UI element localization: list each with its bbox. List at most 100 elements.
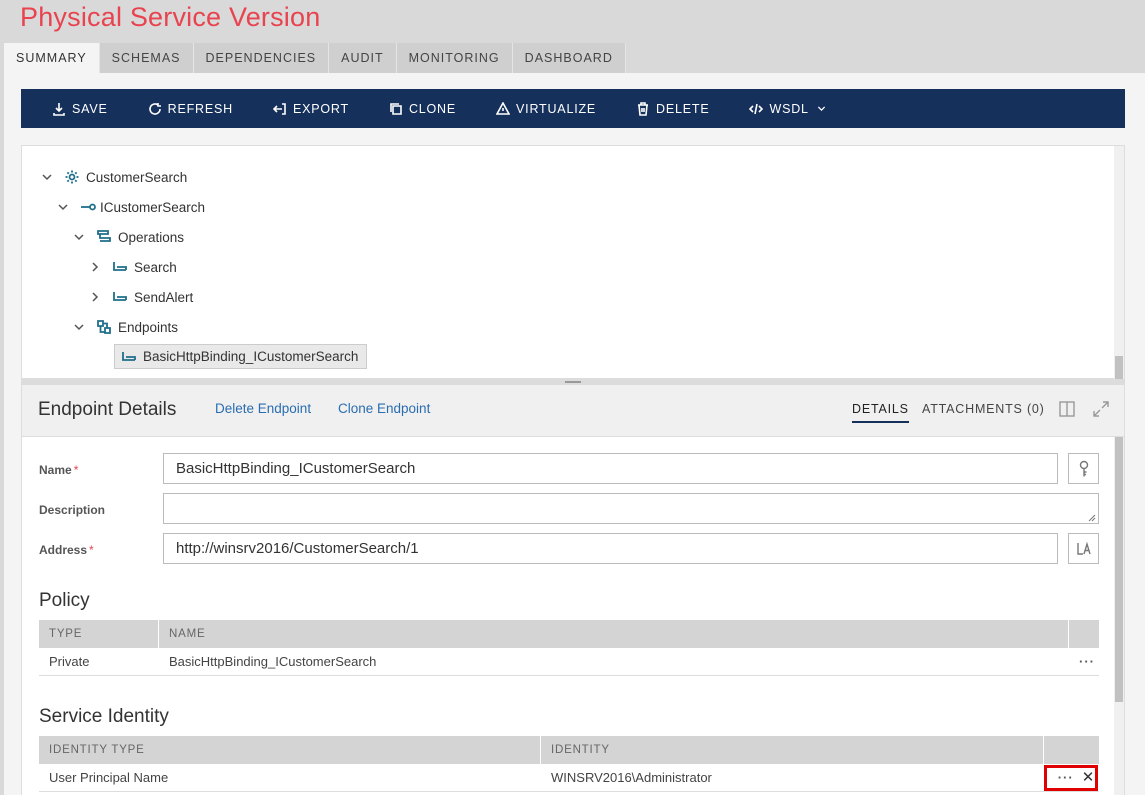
more-options-button[interactable]: ··· — [1069, 648, 1099, 675]
more-options-button[interactable]: ··· — [1058, 768, 1074, 788]
tree-node-endpoint-selected[interactable]: BasicHttpBinding_ICustomerSearch — [114, 344, 368, 369]
refresh-label: REFRESH — [167, 101, 233, 116]
chevron-down-icon[interactable] — [56, 200, 70, 214]
address-label: Address * — [39, 543, 94, 557]
tab-audit[interactable]: AUDIT — [329, 43, 397, 73]
interface-icon — [81, 203, 96, 211]
refresh-button[interactable]: REFRESH — [148, 102, 233, 116]
identity-type-cell: User Principal Name — [49, 770, 169, 785]
tab-attachments[interactable]: ATTACHMENTS (0) — [922, 402, 1045, 416]
row-actions-highlight: ··· ✕ — [1044, 765, 1098, 791]
chevron-right-icon[interactable] — [88, 260, 102, 274]
tree-node-sendalert[interactable]: SendAlert — [88, 285, 193, 309]
column-header-type[interactable]: TYPE — [39, 620, 159, 648]
column-header-identity[interactable]: IDENTITY — [541, 736, 1044, 764]
policy-grid: TYPE NAME Private BasicHttpBinding_ICust… — [39, 620, 1099, 676]
wsdl-label: WSDL — [769, 101, 809, 116]
key-icon — [1079, 460, 1088, 476]
gear-icon — [65, 170, 79, 184]
tree-label: Search — [134, 259, 177, 275]
tab-details[interactable]: DETAILS — [852, 402, 909, 423]
tab-summary[interactable]: SUMMARY — [4, 43, 100, 73]
name-field[interactable]: BasicHttpBinding_ICustomerSearch — [163, 453, 1058, 484]
delete-endpoint-link[interactable]: Delete Endpoint — [215, 401, 311, 416]
tree-label: Operations — [118, 229, 185, 245]
tree-node-operations[interactable]: Operations — [72, 225, 184, 249]
address-field[interactable]: http://winsrv2016/CustomerSearch/1 — [163, 533, 1058, 564]
service-identity-title: Service Identity — [39, 706, 169, 727]
policy-grid-header: TYPE NAME — [39, 620, 1099, 648]
tree-label: SendAlert — [134, 289, 194, 305]
tree-node-service[interactable]: CustomerSearch — [40, 165, 187, 189]
tree-scrollbar[interactable] — [1114, 146, 1124, 380]
table-row[interactable]: User Principal Name WINSRV2016\Administr… — [39, 764, 1099, 792]
address-label-text: Address — [39, 543, 88, 557]
page-title: Physical Service Version — [20, 2, 321, 32]
tree-node-search[interactable]: Search — [88, 255, 177, 279]
download-icon — [53, 102, 65, 116]
form-scrollbar[interactable] — [1114, 437, 1124, 795]
virtualize-icon — [496, 101, 511, 115]
policy-type-cell: Private — [49, 654, 90, 669]
clone-button[interactable]: CLONE — [389, 102, 456, 116]
virtualize-button[interactable]: VIRTUALIZE — [496, 101, 597, 116]
clone-endpoint-link[interactable]: Clone Endpoint — [338, 401, 430, 416]
policy-name-cell: BasicHttpBinding_ICustomerSearch — [169, 654, 377, 669]
identity-value-cell: WINSRV2016\Administrator — [551, 770, 712, 785]
identity-grid-header: IDENTITY TYPE IDENTITY — [39, 736, 1099, 764]
delete-button[interactable]: DELETE — [636, 102, 709, 116]
chevron-down-icon[interactable] — [40, 170, 54, 184]
split-view-icon[interactable] — [1058, 400, 1076, 418]
tree-label: CustomerSearch — [86, 169, 188, 185]
tree-node-contract[interactable]: ICustomerSearch — [56, 195, 205, 219]
details-title: Endpoint Details — [38, 399, 177, 420]
chevron-down-icon[interactable] — [72, 230, 86, 244]
operation-icon — [113, 292, 127, 301]
tab-schemas[interactable]: SCHEMAS — [99, 43, 194, 73]
delete-label: DELETE — [656, 101, 710, 116]
splitter-grip[interactable] — [565, 381, 581, 383]
key-button[interactable] — [1068, 453, 1099, 484]
toolbar: SAVE REFRESH EXPORT CLONE VIRTUALIZE DEL… — [21, 89, 1125, 128]
export-icon — [272, 102, 286, 115]
required-mark: * — [73, 463, 79, 477]
resize-handle-icon[interactable] — [1088, 514, 1096, 522]
column-header-identity-type[interactable]: IDENTITY TYPE — [39, 736, 541, 764]
scrollbar-thumb[interactable] — [1115, 437, 1123, 702]
endpoint-icon — [122, 351, 136, 361]
column-header-name[interactable]: NAME — [159, 620, 1069, 648]
code-icon — [749, 103, 764, 114]
virtualize-label: VIRTUALIZE — [516, 101, 597, 116]
tree-label: BasicHttpBinding_ICustomerSearch — [143, 349, 359, 364]
save-label: SAVE — [72, 101, 108, 116]
tab-dashboard[interactable]: DASHBOARD — [512, 43, 626, 73]
expand-icon[interactable] — [1092, 400, 1110, 418]
clone-label: CLONE — [408, 101, 457, 116]
identity-grid: IDENTITY TYPE IDENTITY User Principal Na… — [39, 736, 1099, 792]
localize-icon — [1076, 541, 1091, 555]
trash-icon — [638, 101, 649, 116]
tab-monitoring[interactable]: MONITORING — [396, 43, 513, 73]
details-header: Endpoint Details Delete Endpoint Clone E… — [21, 385, 1125, 437]
tree-node-endpoints[interactable]: Endpoints — [72, 315, 178, 339]
policy-title: Policy — [39, 590, 90, 611]
description-field[interactable] — [163, 493, 1099, 524]
tree-label: Endpoints — [118, 319, 179, 335]
column-header-actions — [1069, 620, 1099, 648]
export-button[interactable]: EXPORT — [272, 102, 349, 116]
close-icon[interactable]: ✕ — [1082, 768, 1095, 788]
description-label: Description — [39, 503, 106, 517]
service-tree: CustomerSearch ICustomerSearch Operation… — [21, 145, 1125, 380]
localize-button[interactable] — [1068, 533, 1099, 564]
endpoints-icon — [97, 320, 111, 334]
chevron-right-icon[interactable] — [88, 290, 102, 304]
table-row[interactable]: Private BasicHttpBinding_ICustomerSearch… — [39, 648, 1099, 676]
wsdl-dropdown[interactable]: WSDL — [749, 102, 826, 116]
chevron-down-icon[interactable] — [72, 320, 86, 334]
save-button[interactable]: SAVE — [52, 102, 108, 116]
operation-icon — [113, 262, 127, 271]
column-header-actions — [1044, 736, 1099, 764]
tab-dependencies[interactable]: DEPENDENCIES — [193, 43, 330, 73]
copy-icon — [390, 102, 402, 115]
scrollbar-thumb[interactable] — [1115, 356, 1123, 380]
